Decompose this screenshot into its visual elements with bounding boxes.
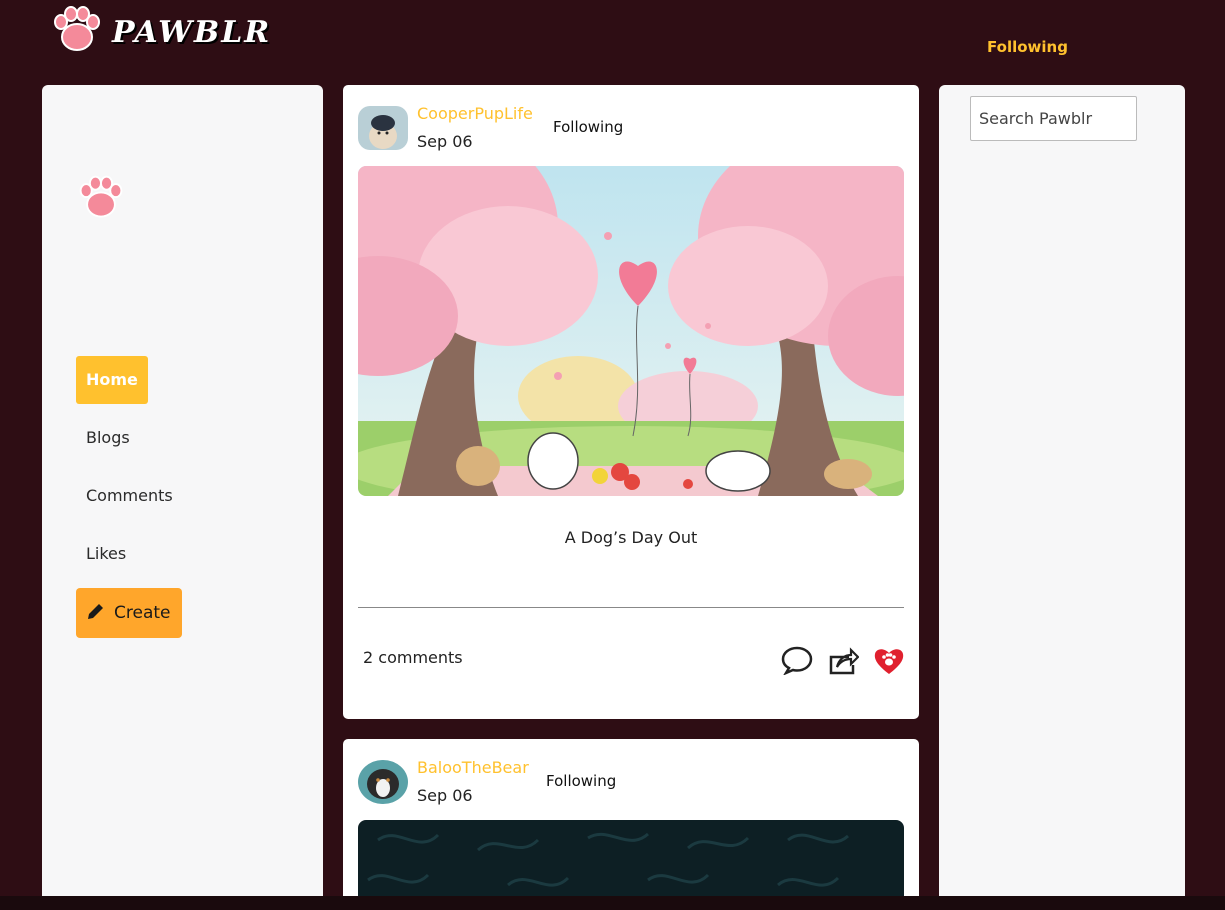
sidebar: Home Blogs Comments Likes Create: [42, 85, 323, 910]
post-image: [358, 166, 904, 496]
post-date: Sep 06: [417, 132, 473, 151]
sidebar-nav: Home Blogs Comments Likes Create: [76, 356, 183, 638]
create-button[interactable]: Create: [76, 588, 182, 638]
following-link[interactable]: Following: [987, 38, 1068, 56]
follow-status[interactable]: Following: [553, 118, 623, 136]
paw-icon: [76, 175, 126, 225]
post-card: BalooTheBear Sep 06 Following: [343, 739, 919, 910]
sidebar-item-comments[interactable]: Comments: [76, 472, 183, 520]
avatar[interactable]: [358, 760, 408, 804]
top-bar: PAWBLR Following: [0, 0, 1225, 75]
sidebar-item-home[interactable]: Home: [76, 356, 148, 404]
post-username[interactable]: BalooTheBear: [417, 758, 529, 777]
create-label: Create: [114, 603, 171, 623]
avatar[interactable]: [358, 106, 408, 150]
post-actions: [781, 644, 905, 676]
bottom-bar: [0, 896, 1225, 910]
post-card: CooperPupLife Sep 06 Following A Dog’s D…: [343, 85, 919, 719]
paw-logo-icon: [50, 6, 104, 58]
search-input[interactable]: [970, 96, 1137, 141]
logo[interactable]: PAWBLR: [50, 6, 271, 58]
divider: [358, 607, 904, 608]
sidebar-item-blogs[interactable]: Blogs: [76, 414, 140, 462]
pencil-icon: [86, 601, 106, 626]
follow-status[interactable]: Following: [546, 772, 616, 790]
post-title: A Dog’s Day Out: [564, 528, 698, 547]
like-paw-icon[interactable]: [873, 644, 905, 676]
right-panel: [939, 85, 1185, 910]
share-icon[interactable]: [827, 644, 859, 676]
post-username[interactable]: CooperPupLife: [417, 104, 533, 123]
sidebar-item-likes[interactable]: Likes: [76, 530, 136, 578]
comment-icon[interactable]: [781, 644, 813, 676]
logo-text: PAWBLR: [112, 14, 272, 50]
comments-count[interactable]: 2 comments: [363, 648, 463, 667]
post-date: Sep 06: [417, 786, 473, 805]
